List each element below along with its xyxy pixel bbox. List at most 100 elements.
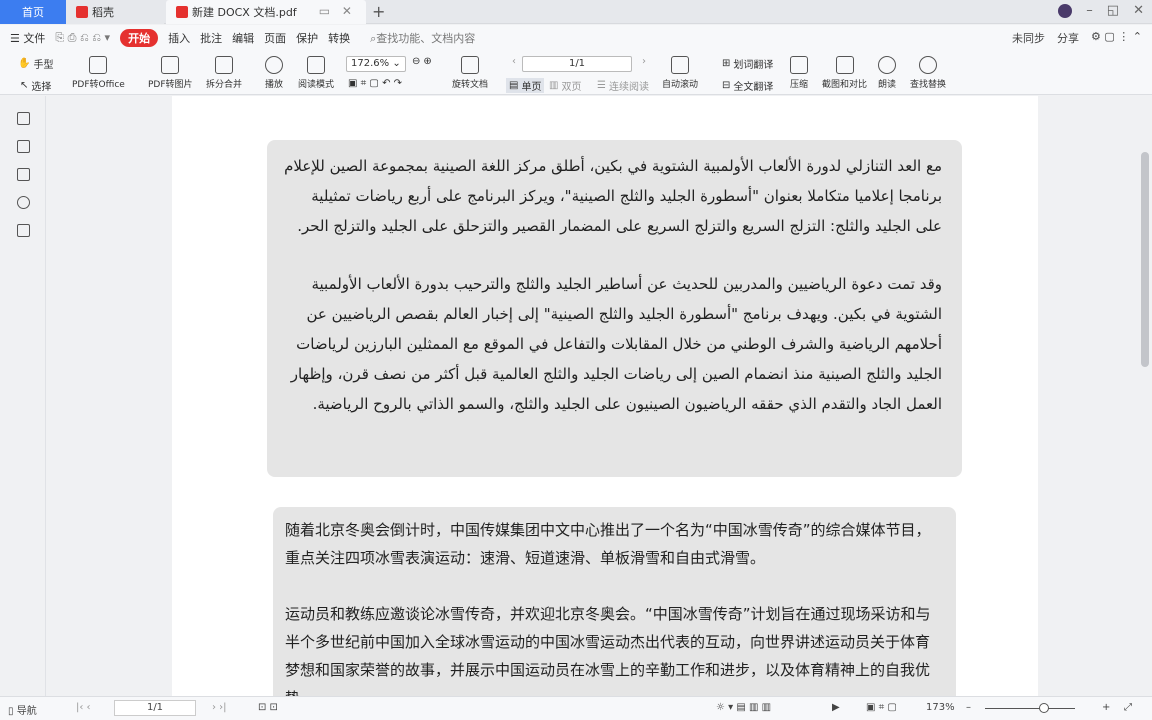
read-aloud-button[interactable]: 朗读 <box>878 56 896 90</box>
thumbnail-icon[interactable] <box>17 140 30 153</box>
tab-daoke-label: 稻壳 <box>92 6 114 19</box>
single-page-label: 单页 <box>521 82 542 93</box>
play-slideshow-icon[interactable]: ▶ <box>832 702 840 713</box>
chinese-paragraph: 随着北京冬奥会倒计时，中国传媒集团中文中心推出了一个名为“中国冰雪传奇”的综合媒… <box>285 521 931 567</box>
chinese-text-block: 随着北京冬奥会倒计时，中国传媒集团中文中心推出了一个名为“中国冰雪传奇”的综合媒… <box>273 507 956 696</box>
comment-icon[interactable] <box>17 168 30 181</box>
tab-pdf-document[interactable]: 新建 DOCX 文档.pdf ▭ ✕ <box>166 0 366 24</box>
left-sidebar <box>0 96 46 696</box>
minimize-button[interactable]: – <box>1086 3 1093 18</box>
view-fit-icons[interactable]: ▣ ⌗ ▢ ↶ ↷ <box>348 78 402 89</box>
split-merge-button[interactable]: 拆分合并 <box>206 56 242 90</box>
menu-convert[interactable]: 转换 <box>328 30 350 46</box>
layout-icons[interactable]: ▣ ⌗ ▢ <box>866 702 897 713</box>
window-controls: – ◱ ✕ <box>1058 3 1144 18</box>
attachment-icon[interactable] <box>17 196 30 209</box>
status-bar: ▯ 导航 |‹ ‹ 1/1 › ›| ⊡ ⊡ ☼ ▾ ▤ ▥ ▥ ▶ ▣ ⌗ ▢… <box>0 696 1152 720</box>
play-button[interactable]: 播放 <box>265 56 283 90</box>
translate-full-button[interactable]: ⊟ 全文翻译 <box>722 78 773 93</box>
double-page-button[interactable]: ▥ 双页 <box>549 78 581 93</box>
scroll-thumb[interactable] <box>1141 152 1149 367</box>
new-tab-button[interactable]: + <box>372 2 385 21</box>
share-button[interactable]: 分享 <box>1057 30 1079 46</box>
status-page-input[interactable]: 1/1 <box>114 700 196 716</box>
menu-search[interactable]: ⌕查找功能、文档内容 <box>370 30 475 46</box>
prev-page-button[interactable]: ‹ <box>512 56 516 67</box>
zoom-minus-button[interactable]: – <box>966 702 971 713</box>
book-icon <box>307 56 325 74</box>
status-zoom[interactable]: 173% <box>926 702 955 713</box>
hand-icon: ✋ <box>18 58 31 69</box>
tab-pdf-label: 新建 DOCX 文档.pdf <box>192 6 297 19</box>
continuous-read-button[interactable]: ☰ 连续阅读 <box>597 78 649 93</box>
pdf-to-office-button[interactable]: PDF转Office <box>72 56 125 90</box>
next-page-button[interactable]: › <box>642 56 646 67</box>
menu-protect[interactable]: 保护 <box>296 30 318 46</box>
pdf-file-icon <box>176 6 188 18</box>
menu-page[interactable]: 页面 <box>264 30 286 46</box>
tab-close-icon[interactable]: ▭ ✕ <box>319 4 356 18</box>
translate-word-button[interactable]: ⊞ 划词翻译 <box>722 56 773 71</box>
play-icon <box>265 56 283 74</box>
arabic-paragraph: مع العد التنازلي لدورة الألعاب الأولمبية… <box>284 157 942 235</box>
menu-comment[interactable]: 批注 <box>200 30 222 46</box>
zoom-plus-button[interactable]: + <box>1102 702 1110 713</box>
tab-daoke[interactable]: 稻壳 <box>66 0 164 24</box>
menu-start[interactable]: 开始 <box>120 29 159 47</box>
restore-button[interactable]: ◱ <box>1107 3 1119 18</box>
arabic-paragraph: وقد تمت دعوة الرياضيين والمدربين للحديث … <box>290 275 942 413</box>
first-prev-page-buttons[interactable]: |‹ ‹ <box>76 702 91 713</box>
rotate-icon <box>461 56 479 74</box>
pdf-to-image-button[interactable]: PDF转图片 <box>148 56 193 90</box>
menu-edit[interactable]: 编辑 <box>232 30 254 46</box>
rotate-label: 旋转文档 <box>452 80 489 90</box>
settings-icon[interactable]: ⚙ ▢ ⋮ ⌃ <box>1091 30 1142 46</box>
vertical-scrollbar[interactable] <box>1136 96 1152 696</box>
nav-icon: ▯ <box>8 706 14 717</box>
zoom-slider-knob[interactable] <box>1039 703 1049 713</box>
speaker-icon <box>878 56 896 74</box>
find-replace-button[interactable]: 查找替换 <box>910 56 946 90</box>
single-page-button[interactable]: ▤ 单页 <box>506 78 545 93</box>
rotate-document-button[interactable]: 旋转文档 <box>452 56 488 90</box>
translate-full-icon: ⊟ <box>722 80 731 91</box>
screenshot-compare-button[interactable]: 截图和对比 <box>822 56 867 90</box>
quick-access-icons[interactable]: ⎘ ⎙ ⎌ ⎌ ▾ <box>55 31 110 45</box>
auto-scroll-button[interactable]: 自动滚动 <box>662 56 698 90</box>
select-tool[interactable]: ↖ 选择 <box>20 78 51 93</box>
zoom-in-icon[interactable]: ⊕ <box>423 56 431 67</box>
zoom-value: 172.6% <box>351 58 390 69</box>
zoom-slider-track[interactable] <box>985 708 1075 709</box>
zoom-select[interactable]: 172.6% ⌄ <box>346 56 406 72</box>
screenshot-icon <box>835 56 854 74</box>
double-page-icon: ▥ <box>549 80 559 91</box>
sync-status[interactable]: 未同步 <box>1012 30 1045 46</box>
bookmark-icon[interactable] <box>17 112 30 125</box>
read-mode-button[interactable]: 阅读模式 <box>298 56 334 90</box>
menu-file[interactable]: ☰ 文件 <box>10 30 45 46</box>
avatar[interactable] <box>1058 3 1073 18</box>
magnifier-icon <box>919 56 937 74</box>
pdf-to-image-label: PDF转图片 <box>148 80 193 90</box>
translate-word-label: 划词翻译 <box>733 60 774 71</box>
zoom-out-icon[interactable]: ⊖ <box>412 56 420 67</box>
nav-toggle[interactable]: ▯ 导航 <box>8 702 37 717</box>
play-label: 播放 <box>265 80 284 90</box>
cursor-icon: ↖ <box>20 80 29 91</box>
read-mode-label: 阅读模式 <box>298 80 335 90</box>
wps-logo-icon <box>76 6 88 18</box>
auto-scroll-label: 自动滚动 <box>662 80 699 90</box>
fit-buttons[interactable]: ⊡ ⊡ <box>258 702 278 713</box>
page-number-input[interactable]: 1/1 <box>522 56 632 72</box>
select-tool-label: 选择 <box>31 82 52 93</box>
fullscreen-icon[interactable]: ⤢ <box>1124 702 1132 713</box>
hand-tool[interactable]: ✋ 手型 <box>18 56 53 71</box>
zoom-buttons[interactable]: ⊖ ⊕ <box>412 56 432 67</box>
view-mode-icons[interactable]: ☼ ▾ ▤ ▥ ▥ <box>716 702 771 713</box>
signature-icon[interactable] <box>17 224 30 237</box>
close-button[interactable]: ✕ <box>1133 3 1144 18</box>
menu-insert[interactable]: 插入 <box>168 30 190 46</box>
tab-home[interactable]: 首页 <box>0 0 66 24</box>
compress-button[interactable]: 压缩 <box>790 56 808 90</box>
next-last-page-buttons[interactable]: › ›| <box>212 702 227 713</box>
